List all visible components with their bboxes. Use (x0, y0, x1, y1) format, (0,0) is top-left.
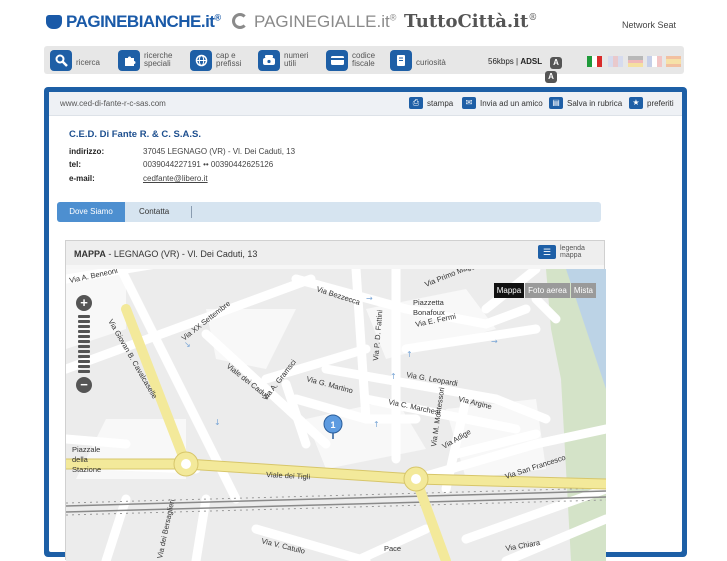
paginebianche-logo-icon (46, 15, 62, 29)
favorites-button[interactable]: ★ preferiti (629, 97, 674, 109)
nav-label: cap e prefissi (216, 51, 242, 68)
svg-text:↑: ↑ (390, 372, 397, 381)
nav-label: ricerche speciali (144, 51, 173, 68)
print-label: stampa (427, 98, 454, 108)
map-view-switch: Mappa Foto aerea Mista (493, 283, 596, 298)
french-flag-icon[interactable] (647, 56, 662, 67)
company-name: C.E.D. Di Fante R. & C. S.A.S. (69, 129, 201, 140)
toolbar: www.ced-di-fante-r-c-sas.com ⎙ stampa ✉ In… (49, 92, 682, 116)
svg-text:Viale dei Tigli: Viale dei Tigli (266, 470, 311, 481)
legend-label: legenda mappa (560, 245, 585, 259)
phone-icon (258, 49, 280, 71)
map-canvas[interactable]: ↘ → ↑ ↑ ↑ ↓ → Via A. Beneoni Via Bezzecca V… (66, 269, 606, 561)
svg-text:→: → (491, 337, 498, 346)
hybrid-view-button[interactable]: Mista (570, 283, 596, 298)
book-icon (390, 49, 412, 71)
nav-numeri-utili[interactable]: numeri utili (258, 49, 314, 71)
star-icon: ★ (629, 97, 643, 109)
main-panel: www.ced-di-fante-r-c-sas.com ⎙ stampa ✉ In… (44, 87, 687, 561)
font-size-large-button[interactable]: A (550, 57, 562, 69)
svg-text:Stazione: Stazione (72, 465, 101, 474)
favorites-label: preferiti (647, 98, 674, 108)
address-value: 37045 LEGNAGO (VR) - Vl. Dei Caduti, 13 (143, 147, 296, 156)
adsl-link[interactable]: ADSL (520, 57, 542, 66)
map-header: MAPPA - LEGNAGO (VR) - Vl. Dei Caduti, 1… (66, 241, 604, 265)
svg-text:↑: ↑ (406, 350, 413, 359)
svg-text:↑: ↑ (373, 420, 380, 429)
address-row: indirizzo: 37045 LEGNAGO (VR) - Vl. Dei C… (69, 147, 295, 156)
spanish-flag-icon[interactable] (666, 56, 681, 67)
search-icon (50, 49, 72, 71)
save-label: Salva in rubrica (567, 98, 623, 108)
svg-text:Via Primo Maggio: Via Primo Maggio (423, 269, 481, 289)
tab-divider (191, 206, 192, 218)
map-view-button[interactable]: Mappa (493, 283, 525, 298)
svg-text:→: → (366, 294, 373, 303)
zoom-control: + − (74, 295, 94, 393)
tab-contatta[interactable]: Contatta (139, 202, 169, 222)
email-row: e-mail: cedfante@libero.it (69, 174, 208, 183)
nav-codice-fiscale[interactable]: codice fiscale (326, 49, 384, 71)
nav-label: curiosità (416, 58, 446, 67)
print-button[interactable]: ⎙ stampa (409, 97, 453, 109)
svg-text:1: 1 (330, 420, 335, 430)
zoom-out-button[interactable]: − (76, 377, 92, 393)
nav-ricerche-speciali[interactable]: ricerche speciali (118, 49, 184, 71)
tab-dove-siamo[interactable]: Dove Siamo (57, 202, 125, 222)
map-title: MAPPA - LEGNAGO (VR) - Vl. Dei Caduti, 1… (74, 249, 258, 259)
email-link[interactable]: cedfante@libero.it (143, 174, 208, 183)
tel-row: tel: 0039044227191 •• 00390442625126 (69, 160, 273, 169)
speed-link[interactable]: 56kbps (488, 57, 514, 66)
aerial-view-button[interactable]: Foto aerea (525, 283, 570, 298)
tuttocitta-logo[interactable]: TuttoCittà.it® (404, 11, 537, 32)
zoom-slider[interactable] (78, 315, 90, 373)
svg-text:della: della (72, 455, 89, 464)
tab-bar: Dove Siamo Contatta (57, 202, 601, 222)
street-map: ↘→ ↑↑ ↑↓ → Via A. Beneoni Via Bezzecca V… (66, 269, 606, 561)
nav-label: codice fiscale (352, 51, 376, 68)
address-label: indirizzo: (69, 147, 105, 156)
nav-label: numeri utili (284, 51, 309, 68)
network-seat-link[interactable]: Network Seat (622, 20, 676, 30)
connection-speed: 56kbps | ADSL (488, 57, 543, 66)
nav-cap-prefissi[interactable]: cap e prefissi (190, 49, 250, 71)
svg-text:Piazzale: Piazzale (72, 445, 100, 454)
printer-icon: ⎙ (409, 97, 423, 109)
map-box: MAPPA - LEGNAGO (VR) - Vl. Dei Caduti, 1… (65, 240, 606, 561)
zoom-in-button[interactable]: + (76, 295, 92, 311)
card-icon (326, 49, 348, 71)
nav-ricerca[interactable]: ricerca (50, 49, 100, 71)
envelope-icon: ✉ (462, 97, 476, 109)
address-book-icon: ▤ (549, 97, 563, 109)
website-link[interactable]: www.ced-di-fante-r-c-sas.com (60, 99, 166, 108)
save-contact-button[interactable]: ▤ Salva in rubrica (549, 97, 622, 109)
send-to-friend-button[interactable]: ✉ Invia ad un amico (462, 97, 543, 109)
svg-text:Piazzetta: Piazzetta (413, 298, 445, 307)
tel-label: tel: (69, 160, 81, 169)
header-logos: PAGINEBIANCHE.it® PAGINEGIALLE.it® Tutto… (0, 0, 727, 44)
english-flag-icon[interactable] (608, 56, 623, 67)
font-size-small-button[interactable]: A (545, 71, 557, 83)
globe-icon (190, 49, 212, 71)
content-area: www.ced-di-fante-r-c-sas.com ⎙ stampa ✉ In… (49, 92, 682, 561)
nav-label: ricerca (76, 58, 101, 67)
map-legend-button[interactable]: ☰ legenda mappa (538, 245, 585, 259)
italian-flag-icon[interactable] (587, 56, 602, 67)
svg-text:↓: ↓ (214, 418, 221, 427)
puzzle-icon (118, 49, 140, 71)
tel-value: 0039044227191 •• 00390442625126 (143, 160, 274, 169)
email-label: e-mail: (69, 174, 95, 183)
paginegialle-logo-icon (232, 13, 248, 29)
nav-curiosita[interactable]: curiosità (390, 49, 446, 71)
paginegialle-logo[interactable]: PAGINEGIALLE.it® (232, 12, 396, 32)
paginebianche-logo[interactable]: PAGINEBIANCHE.it® (46, 12, 221, 32)
svg-text:Via dei Bersaglieri: Via dei Bersaglieri (155, 498, 176, 559)
list-icon: ☰ (538, 245, 556, 259)
svg-text:Via G. Martino: Via G. Martino (305, 374, 354, 395)
send-label: Invia ad un amico (480, 98, 543, 108)
german-flag-icon[interactable] (628, 56, 643, 68)
svg-text:Pace: Pace (384, 544, 401, 553)
